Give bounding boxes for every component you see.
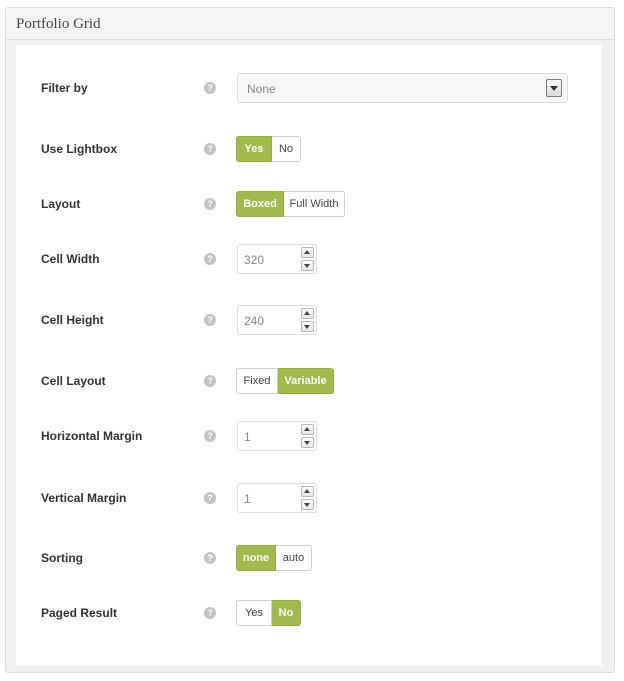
help-icon[interactable]: ? xyxy=(204,552,216,564)
help-icon[interactable]: ? xyxy=(204,82,216,94)
row-sorting: Sorting ? none auto xyxy=(16,541,602,575)
panel-title: Portfolio Grid xyxy=(16,16,101,32)
paged-result-option-yes[interactable]: Yes xyxy=(236,600,272,626)
paged-result-label: Paged Result xyxy=(41,606,118,620)
arrow-down-icon[interactable] xyxy=(301,321,314,332)
help-icon[interactable]: ? xyxy=(204,375,216,387)
chevron-down-icon[interactable] xyxy=(546,79,562,97)
sorting-option-none[interactable]: none xyxy=(236,545,276,571)
panel-body: Filter by ? None Use Lightbox ? Yes No L… xyxy=(16,45,602,666)
row-layout: Layout ? Boxed Full Width xyxy=(16,187,602,221)
sorting-toggle: none auto xyxy=(236,545,312,571)
row-horizontal-margin: Horizontal Margin ? 1 xyxy=(16,419,602,453)
cell-width-label: Cell Width xyxy=(41,252,100,266)
vertical-margin-input[interactable]: 1 xyxy=(237,483,317,513)
cell-layout-option-variable[interactable]: Variable xyxy=(278,368,334,394)
portfolio-grid-panel: Portfolio Grid Filter by ? None Use Ligh… xyxy=(5,7,615,673)
row-paged-result: Paged Result ? Yes No xyxy=(16,596,602,630)
cell-height-input[interactable]: 240 xyxy=(237,305,317,335)
help-icon[interactable]: ? xyxy=(204,430,216,442)
cell-height-label: Cell Height xyxy=(41,313,104,327)
arrow-up-icon[interactable] xyxy=(301,424,314,435)
help-icon[interactable]: ? xyxy=(204,143,216,155)
arrow-down-icon[interactable] xyxy=(301,437,314,448)
arrow-up-icon[interactable] xyxy=(301,247,314,258)
paged-result-option-no[interactable]: No xyxy=(272,600,301,626)
help-icon[interactable]: ? xyxy=(204,492,216,504)
use-lightbox-label: Use Lightbox xyxy=(41,142,118,156)
panel-header: Portfolio Grid xyxy=(6,8,614,40)
layout-toggle: Boxed Full Width xyxy=(236,191,345,217)
row-cell-width: Cell Width ? 320 xyxy=(16,242,602,276)
sorting-label: Sorting xyxy=(41,551,83,565)
row-cell-layout: Cell Layout ? Fixed Variable xyxy=(16,364,602,398)
row-use-lightbox: Use Lightbox ? Yes No xyxy=(16,132,602,166)
cell-layout-toggle: Fixed Variable xyxy=(236,368,334,394)
arrow-up-icon[interactable] xyxy=(301,486,314,497)
cell-layout-label: Cell Layout xyxy=(41,374,106,388)
help-icon[interactable]: ? xyxy=(204,314,216,326)
help-icon[interactable]: ? xyxy=(204,198,216,210)
row-vertical-margin: Vertical Margin ? 1 xyxy=(16,481,602,515)
help-icon[interactable]: ? xyxy=(204,253,216,265)
paged-result-toggle: Yes No xyxy=(236,600,301,626)
cell-width-input[interactable]: 320 xyxy=(237,244,317,274)
use-lightbox-option-yes[interactable]: Yes xyxy=(236,136,272,162)
arrow-up-icon[interactable] xyxy=(301,308,314,319)
horizontal-margin-value: 1 xyxy=(244,430,251,444)
cell-height-value: 240 xyxy=(244,314,265,328)
row-cell-height: Cell Height ? 240 xyxy=(16,303,602,337)
row-filter-by: Filter by ? None xyxy=(16,71,602,105)
use-lightbox-option-no[interactable]: No xyxy=(272,136,301,162)
sorting-option-auto[interactable]: auto xyxy=(276,545,312,571)
filter-by-select[interactable]: None xyxy=(237,73,568,103)
cell-layout-option-fixed[interactable]: Fixed xyxy=(236,368,278,394)
layout-option-boxed[interactable]: Boxed xyxy=(236,191,284,217)
layout-option-full-width[interactable]: Full Width xyxy=(284,191,345,217)
horizontal-margin-label: Horizontal Margin xyxy=(41,429,143,443)
use-lightbox-toggle: Yes No xyxy=(236,136,301,162)
horizontal-margin-input[interactable]: 1 xyxy=(237,421,317,451)
help-icon[interactable]: ? xyxy=(204,607,216,619)
arrow-down-icon[interactable] xyxy=(301,499,314,510)
vertical-margin-label: Vertical Margin xyxy=(41,491,127,505)
filter-by-label: Filter by xyxy=(41,81,88,95)
vertical-margin-value: 1 xyxy=(244,492,251,506)
arrow-down-icon[interactable] xyxy=(301,260,314,271)
cell-width-value: 320 xyxy=(244,253,265,267)
layout-label: Layout xyxy=(41,197,81,211)
filter-by-value: None xyxy=(247,82,276,96)
